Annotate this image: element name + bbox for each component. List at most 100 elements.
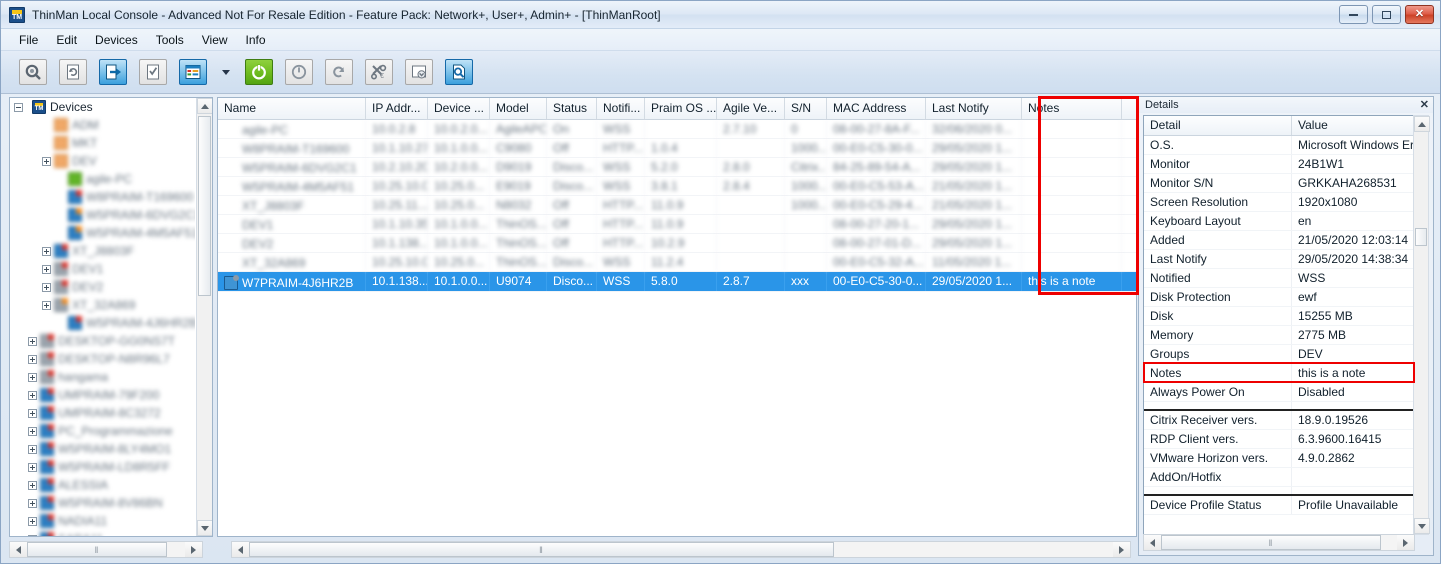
tree-item[interactable]: W5PRAIM-8LY4MO1 xyxy=(10,440,195,458)
tree-item[interactable]: ADM xyxy=(10,116,195,134)
tree-item[interactable]: DESKTOP-GG0NS7T xyxy=(10,332,195,350)
devices-tree[interactable]: Devices ADM MKT DEV agile-PC W8PRAIM-T169600 W… xyxy=(10,98,195,536)
tree-item[interactable]: W8PRAIM-T169600 xyxy=(10,188,195,206)
tree-item[interactable]: UMPRAIM-8C3272 xyxy=(10,404,195,422)
tree-item[interactable]: W5PRAIM-4J6HR2B xyxy=(10,314,195,332)
details-row[interactable]: Disk 15255 MB xyxy=(1144,307,1414,326)
list-horizontal-scrollbar[interactable]: ‖ xyxy=(231,541,1131,558)
details-col-detail[interactable]: Detail xyxy=(1144,116,1292,135)
details-row[interactable]: Device Profile Status Profile Unavailable xyxy=(1144,496,1414,515)
table-row[interactable]: W8PRAIM-T169600 10.1.10.27 10.1.0.0... C908… xyxy=(218,139,1136,158)
tree-scrollbar-thumb[interactable] xyxy=(198,116,211,296)
details-row[interactable]: RDP Client vers. 6.3.9600.16415 xyxy=(1144,430,1414,449)
restart-button[interactable] xyxy=(325,59,353,85)
details-row[interactable]: AddOn/Hotfix xyxy=(1144,468,1414,487)
tree-expand-icon[interactable] xyxy=(28,390,37,400)
details-row[interactable]: Groups DEV xyxy=(1144,345,1414,364)
tree-expand-icon[interactable] xyxy=(42,246,51,256)
tree-item[interactable]: ALESSIA xyxy=(10,476,195,494)
details-row[interactable]: Screen Resolution 1920x1080 xyxy=(1144,193,1414,212)
list-column-header[interactable]: IP Addr... xyxy=(366,98,428,119)
details-row[interactable]: VMware Horizon vers. 4.9.0.2862 xyxy=(1144,449,1414,468)
tree-item[interactable]: DEV xyxy=(10,152,195,170)
details-hscroll-left-button[interactable] xyxy=(1144,535,1161,550)
list-column-header[interactable]: Notes xyxy=(1022,98,1122,119)
report-table-button[interactable] xyxy=(179,59,207,85)
list-column-header[interactable]: Last Notify xyxy=(926,98,1022,119)
tree-expand-icon[interactable] xyxy=(28,498,37,508)
details-scroll-down-button[interactable] xyxy=(1414,518,1430,534)
table-row[interactable]: agile-PC 10.0.2.8 10.0.2.0... AgileAPC On WSS… xyxy=(218,120,1136,139)
details-row[interactable]: Monitor 24B1W1 xyxy=(1144,155,1414,174)
tree-expand-icon[interactable] xyxy=(28,426,37,436)
details-grid-header[interactable]: Detail Value xyxy=(1144,116,1414,136)
table-row[interactable]: W5PRAIM-4M5AF51 10.25.10.0 10.25.0... E9019… xyxy=(218,177,1136,196)
tree-expand-icon[interactable] xyxy=(42,300,51,310)
tree-expand-icon[interactable] xyxy=(28,534,37,536)
details-row[interactable]: Memory 2775 MB xyxy=(1144,326,1414,345)
menu-item-file[interactable]: File xyxy=(10,31,47,49)
tree-item[interactable]: W5PRAIM-4M5AF51 xyxy=(10,224,195,242)
details-row[interactable]: Last Notify 29/05/2020 14:38:34 xyxy=(1144,250,1414,269)
tree-item[interactable]: DEV1 xyxy=(10,260,195,278)
list-column-header[interactable]: S/N xyxy=(785,98,827,119)
tree-hscrollbar-thumb[interactable]: ‖ xyxy=(27,542,167,557)
tree-expand-icon[interactable] xyxy=(28,444,37,454)
minimize-button[interactable] xyxy=(1339,5,1368,24)
refresh-device-button[interactable] xyxy=(59,59,87,85)
message-button[interactable] xyxy=(405,59,433,85)
list-column-header[interactable]: Notifi... xyxy=(597,98,645,119)
tree-item[interactable]: MKT xyxy=(10,134,195,152)
tree-item[interactable]: NADIA11 xyxy=(10,512,195,530)
list-column-header[interactable]: Device ... xyxy=(428,98,490,119)
export-button[interactable] xyxy=(99,59,127,85)
details-close-icon[interactable]: ✕ xyxy=(1420,99,1429,111)
details-row[interactable]: Citrix Receiver vers. 18.9.0.19526 xyxy=(1144,411,1414,430)
details-row[interactable]: Notified WSS xyxy=(1144,269,1414,288)
table-row[interactable]: XT_32A869 10.25.10.0 10.25.0... ThinOS... Di… xyxy=(218,253,1136,272)
menu-item-tools[interactable]: Tools xyxy=(147,31,193,49)
tree-scroll-up-button[interactable] xyxy=(197,98,212,114)
menu-item-edit[interactable]: Edit xyxy=(47,31,86,49)
list-column-header[interactable]: Agile Ve... xyxy=(717,98,785,119)
tree-expand-icon[interactable] xyxy=(28,480,37,490)
menu-item-info[interactable]: Info xyxy=(237,31,275,49)
details-row[interactable]: Disk Protection ewf xyxy=(1144,288,1414,307)
details-horizontal-scrollbar[interactable]: ‖ xyxy=(1143,534,1415,551)
list-column-header[interactable]: Praim OS ... xyxy=(645,98,717,119)
tree-item[interactable]: PC_Programmazione xyxy=(10,422,195,440)
list-column-header[interactable]: Name xyxy=(218,98,366,119)
tree-item[interactable]: DEV2 xyxy=(10,278,195,296)
details-hscroll-right-button[interactable] xyxy=(1397,535,1414,550)
list-hscroll-left-button[interactable] xyxy=(232,542,249,557)
tree-item[interactable]: UMPRAIM-79F200 xyxy=(10,386,195,404)
tree-horizontal-scrollbar[interactable]: ‖ xyxy=(9,541,203,558)
close-button[interactable]: ✕ xyxy=(1405,5,1434,24)
tree-item[interactable]: W5PRAIM-8V86BN xyxy=(10,494,195,512)
details-row[interactable]: Keyboard Layout en xyxy=(1144,212,1414,231)
device-list-header[interactable]: Name IP Addr... Device ... Model Status Notif… xyxy=(218,98,1136,120)
table-row-selected[interactable]: W7PRAIM-4J6HR2B 10.1.138... 10.1.0.0... U90… xyxy=(218,272,1136,292)
tree-expand-icon[interactable] xyxy=(42,282,51,292)
tree-item[interactable]: agile-PC xyxy=(10,170,195,188)
tree-item[interactable]: DESKTOP-N8R96L7 xyxy=(10,350,195,368)
list-column-header[interactable]: MAC Address xyxy=(827,98,926,119)
table-row[interactable]: DEV1 10.1.10.35 10.1.0.0... ThinOS... Off HTT… xyxy=(218,215,1136,234)
menu-item-view[interactable]: View xyxy=(193,31,237,49)
tree-expand-icon[interactable] xyxy=(28,516,37,526)
tree-item[interactable]: hangama xyxy=(10,368,195,386)
list-column-header[interactable]: Status xyxy=(547,98,597,119)
list-hscrollbar-thumb[interactable]: ‖ xyxy=(249,542,834,557)
tree-vertical-scrollbar[interactable] xyxy=(196,98,212,536)
details-scrollbar-thumb[interactable] xyxy=(1415,228,1427,246)
tree-hscroll-right-button[interactable] xyxy=(185,542,202,557)
table-row[interactable]: W5PRAIM-6DVG2C1 10.2.10.20 10.2.0.0... D901… xyxy=(218,158,1136,177)
tree-expand-icon[interactable] xyxy=(42,156,51,166)
tree-expand-icon[interactable] xyxy=(28,372,37,382)
tree-item[interactable]: SARA11 xyxy=(10,530,195,536)
details-vertical-scrollbar[interactable] xyxy=(1413,115,1430,535)
tree-expand-icon[interactable] xyxy=(42,264,51,274)
tree-item[interactable]: XT_J8803F xyxy=(10,242,195,260)
list-hscroll-right-button[interactable] xyxy=(1113,542,1130,557)
find-device-button[interactable] xyxy=(19,59,47,85)
